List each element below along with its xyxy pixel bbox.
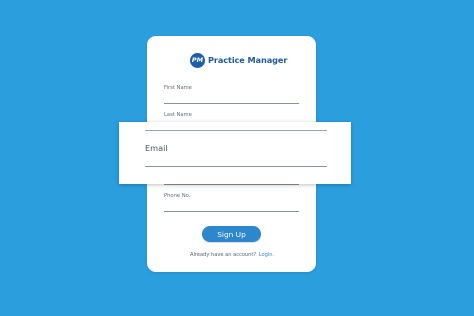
- first-name-label: First Name: [164, 85, 192, 91]
- email-field-zoom-panel: Email: [119, 122, 351, 184]
- login-prompt-text: Already have an account?: [190, 252, 257, 258]
- last-name-label: Last Name: [164, 112, 192, 118]
- email-input[interactable]: [145, 166, 327, 167]
- phone-field[interactable]: Phone No.: [164, 193, 299, 213]
- email-input-line[interactable]: [164, 184, 299, 185]
- first-name-field[interactable]: First Name: [164, 85, 299, 105]
- phone-label: Phone No.: [164, 193, 191, 199]
- login-link[interactable]: Login.: [259, 252, 274, 258]
- last-name-input[interactable]: [145, 130, 327, 131]
- login-prompt: Already have an account? Login.: [190, 252, 274, 258]
- app-name: Practice Manager: [208, 55, 288, 65]
- first-name-input[interactable]: [164, 103, 299, 104]
- email-label: Email: [145, 143, 168, 153]
- phone-input[interactable]: [164, 211, 299, 212]
- signup-button[interactable]: Sign Up: [202, 226, 261, 242]
- brand: PM Practice Manager: [190, 52, 288, 68]
- practice-manager-logo-icon: PM: [190, 52, 205, 68]
